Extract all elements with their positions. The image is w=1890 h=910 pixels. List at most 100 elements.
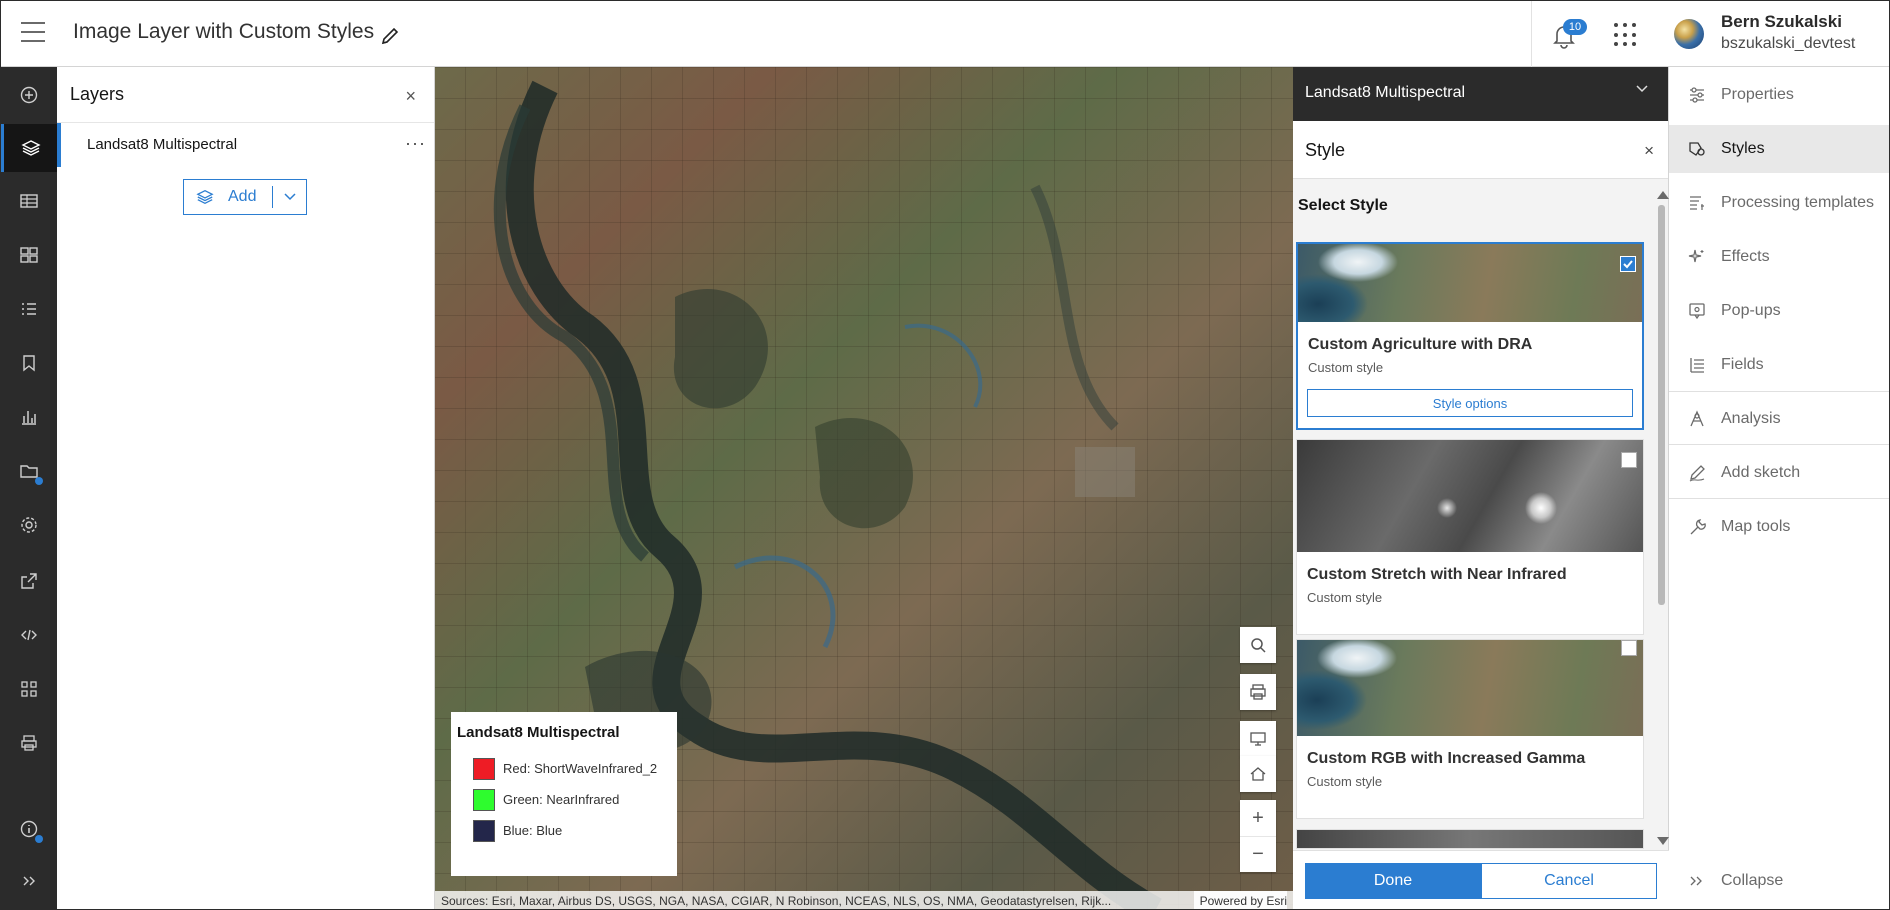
map-print-icon[interactable]	[1240, 674, 1276, 710]
settings-gear-icon[interactable]	[1, 501, 57, 549]
scroll-down-arrow-icon[interactable]	[1657, 837, 1669, 845]
legend-list-icon[interactable]	[1, 285, 57, 333]
style-panel-footer: Done Cancel	[1293, 850, 1669, 909]
collapse-label: Collapse	[1721, 872, 1784, 889]
style-layer-name: Landsat8 Multispectral	[1305, 84, 1466, 101]
effects-icon	[1688, 249, 1704, 263]
map-search-icon[interactable]	[1240, 627, 1276, 663]
home-extent-icon[interactable]	[1240, 756, 1276, 792]
legend-item-label: Blue: Blue	[503, 823, 563, 838]
app-header: Image Layer with Custom Styles 10 Bern S…	[1, 1, 1889, 67]
table-icon[interactable]	[1, 177, 57, 225]
folder-icon[interactable]	[1, 447, 57, 495]
info-status-dot	[35, 835, 43, 843]
layers-icon[interactable]	[1, 124, 57, 172]
rightnav-collapse[interactable]: Collapse	[1669, 857, 1889, 905]
rightnav-label: Map tools	[1721, 518, 1791, 535]
rightnav-analysis[interactable]: Analysis	[1669, 395, 1889, 443]
rightnav-label: Add sketch	[1721, 464, 1801, 481]
styles-icon	[1689, 142, 1705, 156]
scrollbar-thumb[interactable]	[1658, 205, 1665, 605]
style-list-scrollbar[interactable]	[1655, 191, 1669, 845]
legend-item: Red: ShortWaveInfrared_2	[457, 753, 671, 784]
attribution-text: Sources: Esri, Maxar, Airbus DS, USGS, N…	[441, 894, 1112, 908]
powered-by-esri-link[interactable]: Powered by Esri	[1193, 891, 1287, 909]
expand-chevrons-icon[interactable]	[1, 857, 57, 905]
embed-code-icon[interactable]	[1, 611, 57, 659]
legend-item: Blue: Blue	[457, 815, 671, 846]
rightnav-add-sketch[interactable]: Add sketch	[1669, 449, 1889, 497]
rightnav-divider	[1669, 444, 1889, 445]
add-layer-button[interactable]: Add	[183, 179, 307, 215]
style-card-agriculture[interactable]: Custom Agriculture with DRA Custom style…	[1296, 242, 1644, 430]
layer-more-options-icon[interactable]: ···	[405, 133, 426, 154]
style-card-stretch[interactable]: Custom Stretch with Near Infrared Custom…	[1296, 439, 1644, 635]
legend-swatch-green	[473, 788, 495, 811]
app-launcher-grid-icon[interactable]	[1614, 23, 1638, 47]
apps-grid-icon[interactable]	[1, 665, 57, 713]
style-checkbox[interactable]	[1621, 452, 1637, 468]
style-selected-checkbox[interactable]	[1620, 256, 1636, 272]
analysis-icon	[1690, 410, 1704, 427]
zoom-out-button[interactable]: −	[1240, 836, 1276, 872]
add-layer-label: Add	[228, 188, 257, 205]
style-panel: Landsat8 Multispectral Style × Select St…	[1293, 67, 1669, 909]
rightnav-fields[interactable]: Fields	[1669, 341, 1889, 389]
done-button[interactable]: Done	[1305, 863, 1481, 899]
rightnav-processing-templates[interactable]: Processing templates	[1669, 179, 1889, 227]
style-card-subtitle: Custom style	[1307, 590, 1383, 605]
rightnav-label: Analysis	[1721, 410, 1781, 427]
style-checkbox[interactable]	[1621, 640, 1637, 656]
rightnav-styles[interactable]: Styles	[1669, 125, 1889, 173]
style-card-title: Custom Stretch with Near Infrared	[1307, 566, 1567, 583]
map-attribution: Sources: Esri, Maxar, Airbus DS, USGS, N…	[435, 891, 1293, 909]
style-layer-selector[interactable]: Landsat8 Multispectral	[1293, 67, 1668, 121]
layers-close-icon[interactable]: ×	[405, 86, 416, 107]
rightnav-map-tools[interactable]: Map tools	[1669, 503, 1889, 551]
user-avatar[interactable]	[1674, 19, 1704, 49]
rightnav-effects[interactable]: Effects	[1669, 233, 1889, 281]
style-card-subtitle: Custom style	[1307, 774, 1383, 789]
style-card-partial[interactable]	[1296, 829, 1644, 849]
layer-item[interactable]: Landsat8 Multispectral ···	[57, 123, 434, 167]
edit-title-pencil-icon[interactable]	[379, 25, 401, 47]
style-thumbnail	[1297, 440, 1643, 552]
rightnav-label: Effects	[1721, 248, 1770, 265]
layers-panel-header: Layers ×	[57, 67, 434, 123]
style-options-button[interactable]: Style options	[1307, 389, 1633, 417]
rightnav-properties[interactable]: Properties	[1669, 71, 1889, 119]
add-layer-plus-icon[interactable]	[1, 71, 57, 119]
rightnav-divider	[1669, 391, 1889, 392]
user-id[interactable]: bszukalski_devtest	[1721, 35, 1855, 53]
legend-swatch-red	[473, 757, 495, 780]
scroll-up-arrow-icon[interactable]	[1657, 191, 1669, 199]
wrench-icon	[1690, 519, 1706, 535]
collapse-chevrons-icon	[1690, 876, 1702, 886]
style-close-icon[interactable]: ×	[1644, 141, 1654, 161]
fullscreen-monitor-icon[interactable]	[1240, 721, 1276, 757]
notification-count-badge: 10	[1563, 19, 1587, 35]
share-export-icon[interactable]	[1, 557, 57, 605]
layers-panel-title: Layers	[70, 84, 125, 104]
cancel-button[interactable]: Cancel	[1481, 863, 1657, 899]
user-name[interactable]: Bern Szukalski	[1721, 12, 1842, 32]
rightnav-label: Properties	[1721, 86, 1794, 103]
add-dropdown-chevron-icon[interactable]	[273, 193, 306, 201]
select-style-heading: Select Style	[1298, 197, 1388, 214]
print-icon[interactable]	[1, 719, 57, 767]
legend-item-label: Green: NearInfrared	[503, 792, 620, 807]
folder-status-dot	[35, 477, 43, 485]
rightnav-popups[interactable]: Pop-ups	[1669, 287, 1889, 335]
style-panel-header: Style ×	[1293, 121, 1668, 179]
hamburger-menu-icon[interactable]	[21, 22, 45, 42]
info-icon[interactable]	[1, 805, 57, 853]
bookmark-icon[interactable]	[1, 339, 57, 387]
style-card-title: Custom Agriculture with DRA	[1308, 336, 1533, 353]
app-window: Image Layer with Custom Styles 10 Bern S…	[0, 0, 1890, 910]
add-layer-main[interactable]: Add	[184, 180, 272, 214]
bar-chart-icon[interactable]	[1, 393, 57, 441]
charts-grid-icon[interactable]	[1, 231, 57, 279]
zoom-in-button[interactable]: +	[1240, 800, 1276, 836]
map-view[interactable]: + − Landsat8 Multispectral Red: ShortWav…	[435, 67, 1293, 909]
style-card-rgb-gamma[interactable]: Custom RGB with Increased Gamma Custom s…	[1296, 639, 1644, 819]
